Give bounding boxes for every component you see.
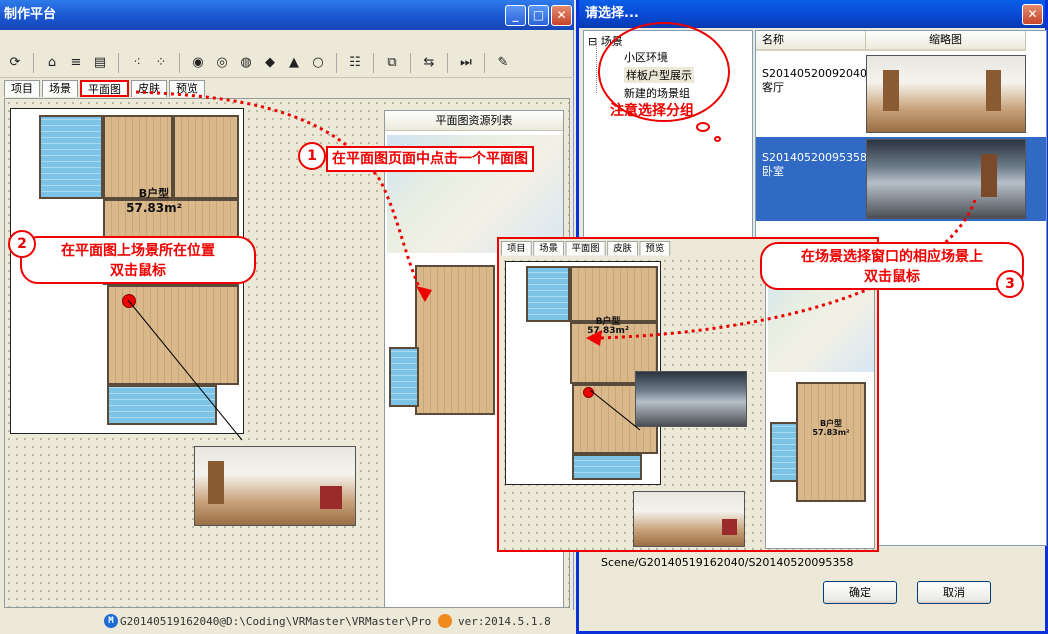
step1-number: 1 — [298, 142, 326, 170]
arrow-head-step3 — [586, 330, 602, 346]
arrow-head-step1 — [416, 286, 432, 302]
marker-pointer-line — [127, 299, 243, 441]
step1-label: 在平面图页面中点击一个平面图 — [326, 146, 534, 172]
annotation-arrows — [127, 90, 977, 441]
note-bubble-small — [696, 122, 710, 132]
note-label: 注意选择分组 — [610, 103, 694, 119]
step3-line1: 在场景选择窗口的相应场景上 — [801, 249, 983, 265]
step3-line2: 双击鼠标 — [864, 269, 920, 285]
step2-number: 2 — [8, 230, 36, 258]
step2-line2: 双击鼠标 — [110, 263, 166, 279]
step3-callout: 在场景选择窗口的相应场景上 双击鼠标 — [760, 242, 1024, 290]
inset-pointer-line — [589, 389, 641, 431]
step3-number: 3 — [996, 270, 1024, 298]
step2-line1: 在平面图上场景所在位置 — [61, 243, 215, 259]
note-bubble-tiny — [714, 136, 721, 142]
step2-callout: 在平面图上场景所在位置 双击鼠标 — [20, 236, 256, 284]
